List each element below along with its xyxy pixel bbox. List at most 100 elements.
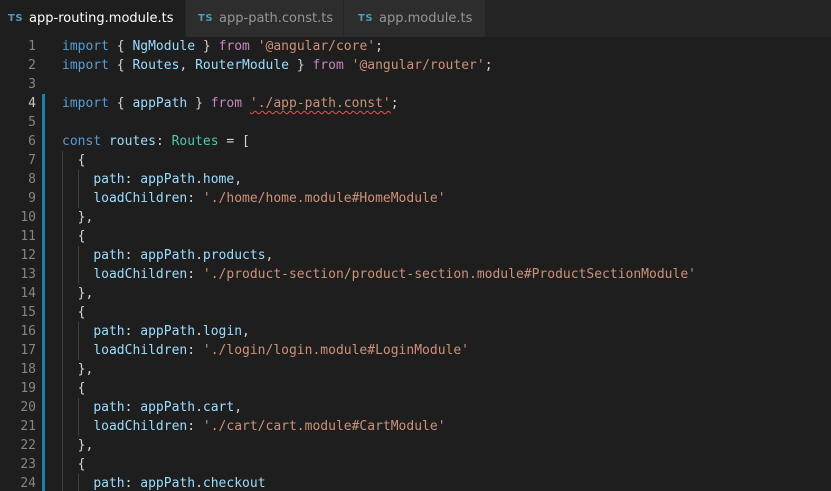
code-token: .	[195, 324, 203, 339]
modified-line-gutter-indicator[interactable]	[42, 474, 45, 491]
code-line[interactable]: 4 import { appPath } from './app-path.con…	[0, 94, 831, 113]
code-token: cart	[202, 400, 235, 415]
code-line[interactable]: 19 {	[0, 379, 831, 398]
code-token: appPath	[140, 476, 196, 491]
code-token: :	[187, 191, 203, 206]
code-token: ,	[179, 58, 196, 73]
code-line[interactable]: 7 {	[0, 151, 831, 170]
code-line[interactable]: 9 loadChildren: './home/home.module#Home…	[0, 189, 831, 208]
code-token: {	[108, 58, 133, 73]
code-token: Routes	[132, 58, 180, 73]
line-number: 22	[20, 438, 36, 453]
line-content: {	[62, 227, 86, 246]
modified-line-gutter-indicator[interactable]	[42, 284, 45, 303]
line-number: 8	[28, 172, 36, 187]
code-line[interactable]: 23 {	[0, 455, 831, 474]
line-content: import { NgModule } from '@angular/core'…	[62, 37, 383, 56]
modified-line-gutter-indicator[interactable]	[42, 341, 45, 360]
modified-line-gutter-indicator[interactable]	[42, 322, 45, 341]
line-content: {	[62, 455, 86, 474]
code-token: },	[62, 210, 94, 225]
line-number: 5	[28, 115, 36, 130]
code-token: ,	[234, 400, 243, 415]
code-line[interactable]: 5	[0, 113, 831, 132]
line-number: 21	[20, 419, 36, 434]
code-line[interactable]: 16 path: appPath.login,	[0, 322, 831, 341]
line-number: 12	[20, 248, 36, 263]
code-line[interactable]: 1 import { NgModule } from '@angular/core…	[0, 37, 831, 56]
code-token: :	[124, 324, 141, 339]
code-token: from	[218, 39, 250, 54]
line-number: 2	[28, 58, 36, 73]
code-token: {	[108, 96, 133, 111]
tab-app-routing-module[interactable]: TS app-routing.module.ts	[0, 0, 186, 37]
code-token: ,	[265, 248, 274, 263]
tab-label: app.module.ts	[379, 11, 473, 26]
tab-app-module[interactable]: TS app.module.ts	[344, 0, 486, 37]
line-number: 20	[20, 400, 36, 415]
code-token: './app-path.const'	[249, 96, 391, 111]
modified-line-gutter-indicator[interactable]	[42, 303, 45, 322]
code-token: path	[93, 172, 125, 187]
modified-line-gutter-indicator[interactable]	[42, 113, 45, 132]
code-line[interactable]: 18 },	[0, 360, 831, 379]
modified-line-gutter-indicator[interactable]	[42, 436, 45, 455]
modified-line-gutter-indicator[interactable]	[42, 379, 45, 398]
code-token: },	[62, 286, 94, 301]
code-text-area[interactable]: 1 import { NgModule } from '@angular/core…	[0, 37, 831, 491]
modified-line-gutter-indicator[interactable]	[42, 170, 45, 189]
modified-line-gutter-indicator[interactable]	[42, 246, 45, 265]
line-content: loadChildren: './login/login.module#Logi…	[62, 341, 469, 360]
code-line[interactable]: 8 path: appPath.home,	[0, 170, 831, 189]
code-token: home	[202, 172, 235, 187]
code-token: './cart/cart.module#CartModule'	[202, 419, 446, 434]
code-line[interactable]: 20 path: appPath.cart,	[0, 398, 831, 417]
line-number: 7	[28, 153, 36, 168]
tab-app-path-const[interactable]: TS app-path.const.ts	[186, 0, 344, 37]
code-line[interactable]: 17 loadChildren: './login/login.module#L…	[0, 341, 831, 360]
line-content: path: appPath.login,	[62, 322, 250, 341]
modified-line-gutter-indicator[interactable]	[42, 208, 45, 227]
code-token: .	[195, 400, 203, 415]
modified-line-gutter-indicator[interactable]	[42, 398, 45, 417]
code-token: appPath	[140, 324, 196, 339]
code-token: :	[124, 172, 141, 187]
code-line[interactable]: 11 {	[0, 227, 831, 246]
code-line[interactable]: 3	[0, 75, 831, 94]
line-content: import { Routes, RouterModule } from '@a…	[62, 56, 493, 75]
modified-line-gutter-indicator[interactable]	[42, 360, 45, 379]
code-line[interactable]: 13 loadChildren: './product-section/prod…	[0, 265, 831, 284]
code-line[interactable]: 21 loadChildren: './cart/cart.module#Car…	[0, 417, 831, 436]
code-token: import	[62, 96, 109, 111]
line-content: },	[62, 208, 94, 227]
line-number: 13	[20, 267, 36, 282]
modified-line-gutter-indicator[interactable]	[42, 455, 45, 474]
modified-line-gutter-indicator[interactable]	[42, 265, 45, 284]
code-line[interactable]: 10 },	[0, 208, 831, 227]
typescript-file-icon: TS	[8, 13, 24, 24]
code-line[interactable]: 14 },	[0, 284, 831, 303]
code-line[interactable]: 12 path: appPath.products,	[0, 246, 831, 265]
modified-line-gutter-indicator[interactable]	[42, 227, 45, 246]
code-line[interactable]: 6 const routes: Routes = [	[0, 132, 831, 151]
modified-line-gutter-indicator[interactable]	[42, 151, 45, 170]
modified-line-gutter-indicator[interactable]	[42, 132, 45, 151]
modified-line-gutter-indicator[interactable]	[42, 94, 45, 113]
code-token: :	[124, 476, 141, 491]
line-number: 11	[20, 229, 36, 244]
code-token: products	[202, 248, 266, 263]
modified-line-gutter-indicator[interactable]	[42, 417, 45, 436]
modified-line-gutter-indicator[interactable]	[42, 189, 45, 208]
code-line[interactable]: 24 path: appPath.checkout	[0, 474, 831, 491]
code-token: checkout	[202, 476, 266, 491]
code-token: path	[93, 400, 125, 415]
code-token: loadChildren	[93, 267, 188, 282]
line-number: 24	[20, 476, 36, 491]
code-line[interactable]: 15 {	[0, 303, 831, 322]
code-line[interactable]: 22 },	[0, 436, 831, 455]
code-line[interactable]: 2 import { Routes, RouterModule } from '@…	[0, 56, 831, 75]
code-token: './product-section/product-section.modul…	[202, 267, 696, 282]
